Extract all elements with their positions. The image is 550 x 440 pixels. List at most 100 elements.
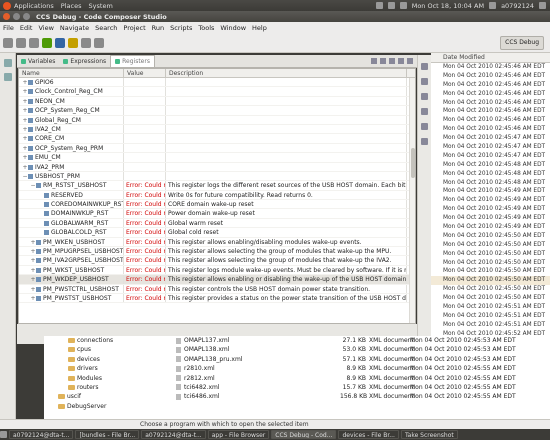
folder-item[interactable]: cpus [44,345,162,354]
taskbar-item[interactable]: a0792124@dta-t... [141,430,206,439]
forward-icon[interactable] [94,37,104,48]
mail-icon[interactable] [387,2,395,9]
list-item[interactable]: Mon 04 Oct 2010 02:45:47 AM EDT [431,152,550,161]
list-item[interactable]: Mon 04 Oct 2010 02:45:46 AM EDT [431,125,550,134]
tab-registers[interactable]: Registers [110,55,155,67]
list-item[interactable]: Mon 04 Oct 2010 02:45:50 AM EDT [431,259,550,268]
list-item[interactable]: Mon 04 Oct 2010 02:45:48 AM EDT [431,179,550,188]
register-value-cell[interactable] [124,153,166,162]
register-value-cell[interactable] [124,162,166,171]
register-value-cell[interactable]: Error: Could no [124,275,166,284]
disassembly-icon[interactable] [421,78,428,85]
new-icon[interactable] [3,37,13,48]
scrollbar-thumb[interactable] [411,148,415,178]
column-description[interactable]: Description [166,69,407,77]
table-row[interactable]: +PM_MPUGRPSEL_USBHOSTError: Could noThis… [19,247,415,257]
back-icon[interactable] [81,37,91,48]
table-row[interactable]: GLOBALCOLD_RST Error: Could noGlobal cold… [19,228,415,238]
menu-project[interactable]: Project [123,24,145,32]
table-row[interactable]: + OCP_System_Reg_PRM [19,143,415,154]
file-row[interactable]: r2810.xml 8.9 KB XML document Mon 04 Oct 20… [162,364,550,373]
list-item[interactable]: Mon 04 Oct 2010 02:45:46 AM EDT [431,81,550,90]
table-row[interactable]: +PM_PWSTCTRL_USBHOSTError: Could noThis … [19,284,415,294]
tab-variables[interactable]: Variables [17,55,59,67]
folder-item[interactable]: DebugServer [44,402,162,411]
menu-view[interactable]: View [38,24,53,32]
debug-icon[interactable] [42,37,52,48]
list-item[interactable]: Mon 04 Oct 2010 02:45:48 AM EDT [431,170,550,179]
register-value-cell[interactable] [124,78,166,87]
file-row[interactable]: OMAPL137.xml 27.1 KB XML document Mon 04 Oc… [162,336,550,345]
menu-help[interactable]: Help [252,24,267,32]
debug-view-icon[interactable] [3,73,12,81]
folder-item[interactable]: uscif [44,392,162,401]
minimize-view-icon[interactable] [398,58,404,64]
user-name[interactable]: a0792124 [501,2,534,10]
minimize-icon[interactable] [13,13,20,20]
collapse-all-icon[interactable] [380,58,386,64]
list-item[interactable]: Mon 04 Oct 2010 02:45:49 AM EDT [431,223,550,232]
folder-item[interactable]: routers [44,383,162,392]
register-value-cell[interactable]: Error: Could no [124,284,166,293]
list-item[interactable]: Mon 04 Oct 2010 02:45:51 AM EDT [431,312,550,321]
register-value-cell[interactable]: Error: Could no [124,256,166,265]
register-value-cell[interactable]: Error: Could no [124,190,166,200]
list-item[interactable]: Mon 04 Oct 2010 02:45:50 AM EDT [431,294,550,303]
file-row[interactable]: tci6482.xml 15.7 KB XML document Mon 04 Oct… [162,383,550,392]
register-value-cell[interactable] [124,115,166,124]
register-value-cell[interactable]: Error: Could no [124,293,166,303]
table-row[interactable]: DOMAINWKUP_RST Error: Could noPower domai… [19,209,415,219]
list-item[interactable]: Mon 04 Oct 2010 02:45:46 AM EDT [431,107,550,116]
list-item[interactable]: Mon 04 Oct 2010 02:45:51 AM EDT [431,303,550,312]
menu-run[interactable]: Run [152,24,164,32]
table-row[interactable]: + IVA2_PRM [19,162,415,172]
perspective-button[interactable]: CCS Debug [500,35,544,50]
vertical-scrollbar[interactable] [409,78,415,323]
register-value-cell[interactable] [124,106,166,115]
taskbar-item[interactable]: Take Screenshot [400,430,458,439]
list-item[interactable]: Mon 04 Oct 2010 02:45:49 AM EDT [431,214,550,223]
table-row[interactable]: GLOBALWARM_RST Error: Could noGlobal warm… [19,218,415,229]
show-desktop-icon[interactable] [0,431,7,438]
list-item[interactable]: Mon 04 Oct 2010 02:45:50 AM EDT [431,232,550,241]
table-row[interactable]: − USBHOST_PRM [19,171,415,182]
table-row[interactable]: + IVA2_CM [19,124,415,135]
list-item[interactable]: Mon 04 Oct 2010 02:45:46 AM EDT [431,72,550,81]
list-item[interactable]: Mon 04 Oct 2010 02:45:51 AM EDT [431,321,550,330]
table-row[interactable]: −RM_RSTST_USBHOSTError: Could noThis reg… [19,181,415,191]
menu-scripts[interactable]: Scripts [170,24,192,32]
list-item[interactable]: Mon 04 Oct 2010 02:45:49 AM EDT [431,196,550,205]
column-value[interactable]: Value [124,69,166,77]
list-item[interactable]: Mon 04 Oct 2010 02:45:47 AM EDT [431,134,550,143]
taskbar-item[interactable]: app - File Browser [207,430,270,439]
view-menu-icon[interactable] [389,58,395,64]
places-menu[interactable]: Places [61,2,82,10]
register-value-cell[interactable]: Error: Could no [124,265,166,275]
menu-search[interactable]: Search [95,24,117,32]
register-value-cell[interactable] [124,87,166,96]
table-row[interactable]: +PM_IVA2GRPSEL_USBHOSTError: Could noThi… [19,256,415,266]
register-value-cell[interactable] [124,124,166,134]
menu-file[interactable]: File [3,24,14,32]
problems-icon[interactable] [421,138,428,145]
list-item[interactable]: Mon 04 Oct 2010 02:45:50 AM EDT [431,267,550,276]
table-row[interactable]: + OCP_System_Reg_CM [19,106,415,116]
print-icon[interactable] [29,37,39,48]
menu-tools[interactable]: Tools [198,24,214,32]
list-item[interactable]: Mon 04 Oct 2010 02:45:46 AM EDT [431,99,550,108]
table-row[interactable]: +PM_WKDEP_USBHOSTError: Could noThis reg… [19,275,415,285]
list-item[interactable]: Mon 04 Oct 2010 02:45:50 AM EDT [431,276,550,286]
list-item[interactable]: Mon 04 Oct 2010 02:45:46 AM EDT [431,90,550,99]
breakpoints-icon[interactable] [421,123,428,130]
step-icon[interactable] [55,37,65,48]
table-row[interactable]: +PM_PWSTST_USBHOSTError: Could noThis re… [19,293,415,304]
table-row[interactable]: COREDOMAINWKUP_RSTError: Could noCORE do… [19,200,415,210]
memory-icon[interactable] [421,93,428,100]
table-row[interactable]: + NEON_CM [19,96,415,107]
register-value-cell[interactable]: Error: Could no [124,228,166,237]
restore-icon[interactable] [3,59,12,67]
volume-icon[interactable] [399,2,407,9]
folder-item[interactable]: connections [44,336,162,345]
register-value-cell[interactable]: Error: Could no [124,209,166,218]
list-item[interactable]: Mon 04 Oct 2010 02:45:47 AM EDT [431,143,550,152]
